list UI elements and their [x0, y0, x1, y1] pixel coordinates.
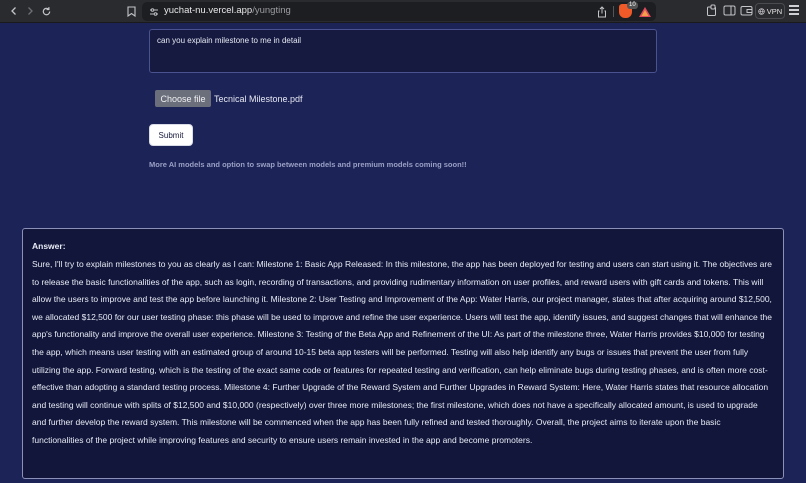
- menu-icon[interactable]: [789, 5, 799, 15]
- reload-icon[interactable]: [38, 3, 54, 19]
- selected-file-name: Tecnical Milestone.pdf: [214, 93, 303, 104]
- browser-toolbar: yuchat-nu.vercel.app/yungting 10 VPN: [0, 0, 806, 23]
- answer-text: Sure, I'll try to explain milestones to …: [32, 259, 772, 445]
- back-arrow-icon[interactable]: [6, 3, 22, 19]
- forward-arrow-icon[interactable]: [22, 3, 38, 19]
- divider: [613, 6, 614, 17]
- answer-panel: Answer: Sure, I'll try to explain milest…: [22, 228, 784, 479]
- brave-rewards-icon[interactable]: [638, 5, 652, 17]
- answer-label: Answer:: [32, 241, 66, 251]
- url-path: /yungting: [252, 5, 291, 16]
- address-bar[interactable]: yuchat-nu.vercel.app/yungting 10: [142, 2, 656, 21]
- prompt-text: can you explain milestone to me in detai…: [157, 36, 302, 45]
- coming-soon-notice: More AI models and option to swap betwee…: [149, 160, 467, 169]
- globe-icon: [758, 7, 765, 15]
- choose-file-button[interactable]: Choose file: [155, 90, 211, 107]
- sidebar-icon[interactable]: [723, 4, 737, 18]
- file-input[interactable]: Choose file Tecnical Milestone.pdf: [155, 90, 303, 107]
- prompt-input[interactable]: can you explain milestone to me in detai…: [149, 29, 657, 73]
- shield-count-badge: 10: [627, 2, 638, 9]
- vpn-label: VPN: [766, 6, 783, 16]
- submit-button[interactable]: Submit: [149, 124, 193, 146]
- extensions-icon[interactable]: [706, 4, 720, 18]
- bookmark-icon[interactable]: [124, 3, 138, 19]
- url-domain: yuchat-nu.vercel.app: [164, 5, 253, 16]
- url-text[interactable]: yuchat-nu.vercel.app/yungting: [164, 5, 291, 16]
- vpn-button[interactable]: VPN: [755, 3, 785, 19]
- wallet-icon[interactable]: [740, 4, 754, 18]
- share-icon[interactable]: [596, 5, 608, 18]
- site-settings-icon[interactable]: [148, 5, 160, 17]
